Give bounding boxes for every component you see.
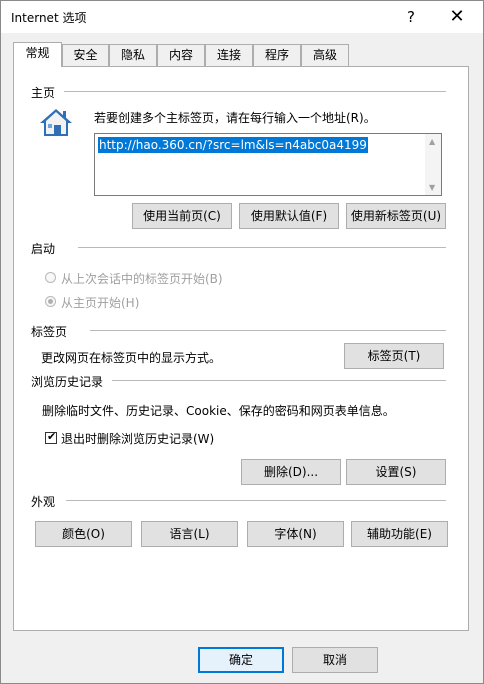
tabs-button[interactable]: 标签页(T) (344, 343, 444, 369)
tab-connections[interactable]: 连接 (205, 44, 253, 66)
home-page-textarea[interactable]: http://hao.360.cn/?src=lm&ls=n4abc0a4199… (94, 133, 442, 196)
general-panel: 主页 若要创建多个主标签页，请在每行输入一个地址(R)。 http://hao.… (13, 66, 469, 631)
home-section-title: 主页 (31, 86, 56, 100)
window-title: Internet 选项 (11, 11, 87, 25)
radio-last-session[interactable] (45, 272, 56, 283)
use-default-button[interactable]: 使用默认值(F) (239, 203, 339, 229)
tab-privacy[interactable]: 隐私 (109, 44, 157, 66)
tab-general[interactable]: 常规 (13, 42, 62, 67)
tab-programs[interactable]: 程序 (253, 44, 301, 66)
home-page-url: http://hao.360.cn/?src=lm&ls=n4abc0a4199 (98, 137, 368, 153)
delete-history-on-exit-checkbox[interactable]: ✔ (45, 430, 57, 444)
scroll-down-icon[interactable]: ▼ (429, 183, 435, 192)
appearance-divider (66, 500, 446, 501)
tabs-description: 更改网页在标签页中的显示方式。 (41, 351, 222, 365)
tabs-section-title: 标签页 (31, 325, 68, 339)
delete-history-on-exit-label: 退出时删除浏览历史记录(W) (61, 432, 215, 446)
history-settings-button[interactable]: 设置(S) (346, 459, 446, 485)
tab-content[interactable]: 内容 (157, 44, 205, 66)
tab-security[interactable]: 安全 (62, 44, 109, 66)
colors-button[interactable]: 颜色(O) (35, 521, 132, 547)
history-divider (112, 380, 446, 381)
languages-button[interactable]: 语言(L) (141, 521, 238, 547)
internet-options-dialog: Internet 选项 ? ✕ 常规 安全 隐私 内容 连接 程序 高级 主页 … (0, 0, 484, 684)
home-icon (40, 109, 72, 136)
home-instruction: 若要创建多个主标签页，请在每行输入一个地址(R)。 (94, 111, 376, 125)
help-icon[interactable]: ? (399, 6, 423, 28)
cancel-button[interactable]: 取消 (292, 647, 378, 673)
use-new-tab-button[interactable]: 使用新标签页(U) (346, 203, 446, 229)
option-home-page-label: 从主页开始(H) (61, 296, 140, 310)
tabs-divider (90, 330, 446, 331)
close-icon[interactable]: ✕ (445, 6, 469, 28)
appearance-section-title: 外观 (31, 495, 56, 509)
startup-divider (78, 247, 446, 248)
option-last-session-label: 从上次会话中的标签页开始(B) (61, 272, 223, 286)
scroll-up-icon[interactable]: ▲ (429, 137, 435, 146)
radio-home-page[interactable] (45, 296, 56, 307)
title-bar: Internet 选项 ? ✕ (1, 1, 483, 33)
history-section-title: 浏览历史记录 (31, 375, 104, 389)
ok-button[interactable]: 确定 (198, 647, 284, 673)
use-current-button[interactable]: 使用当前页(C) (132, 203, 232, 229)
tab-advanced[interactable]: 高级 (301, 44, 349, 66)
startup-section-title: 启动 (31, 242, 56, 256)
checkmark-icon: ✔ (47, 430, 57, 443)
accessibility-button[interactable]: 辅助功能(E) (351, 521, 448, 547)
textarea-scrollbar[interactable]: ▲ ▼ (425, 134, 441, 195)
fonts-button[interactable]: 字体(N) (247, 521, 344, 547)
home-divider (64, 91, 446, 92)
history-description: 删除临时文件、历史记录、Cookie、保存的密码和网页表单信息。 (42, 404, 395, 418)
delete-history-button[interactable]: 删除(D)... (241, 459, 341, 485)
